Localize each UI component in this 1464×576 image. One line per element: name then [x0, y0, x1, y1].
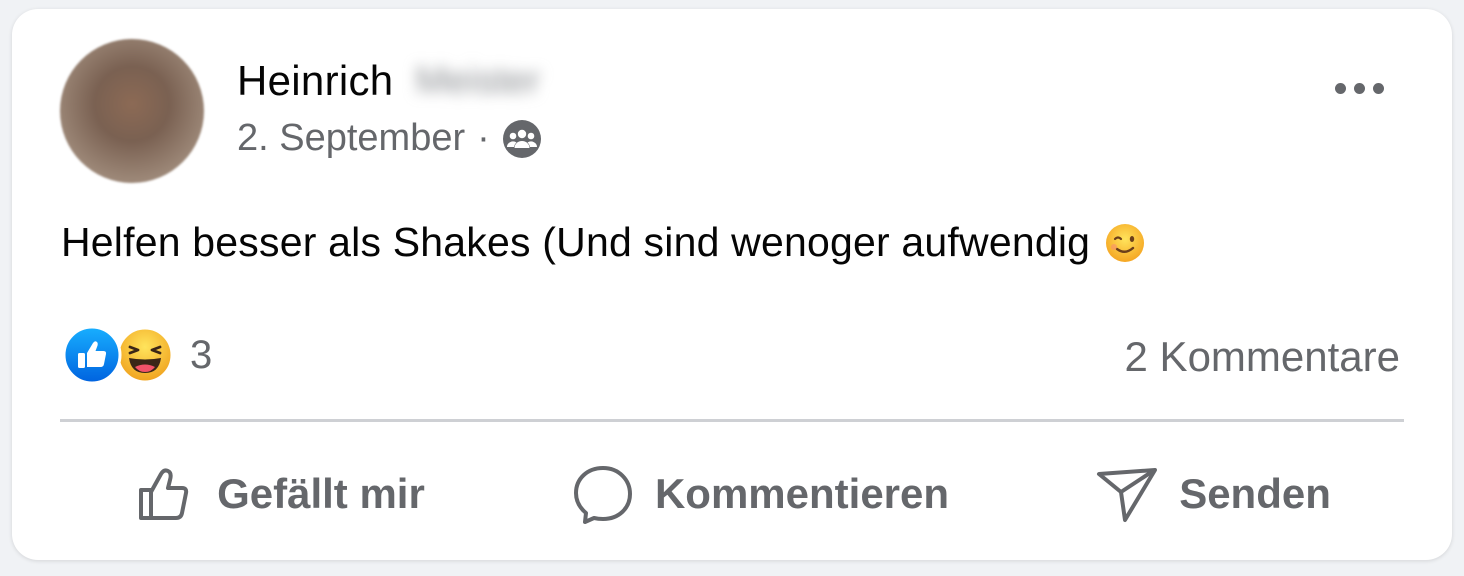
comment-bubble-icon: [573, 466, 632, 524]
reactions-summary[interactable]: 3: [62, 325, 212, 385]
post-date[interactable]: 2. September: [237, 117, 465, 160]
thumbs-up-icon: [139, 468, 189, 520]
post-meta: 2. September ·: [237, 117, 542, 160]
wink-emoji-icon: [1106, 223, 1145, 262]
post-actions-bar: Gefällt mir Kommentieren Senden: [60, 449, 1404, 539]
author-name[interactable]: Heinrich: [237, 57, 393, 105]
more-options-button[interactable]: [1324, 71, 1394, 105]
comments-count-link[interactable]: 2 Kommentare: [1125, 333, 1400, 381]
author-row: Heinrich Meister: [237, 57, 540, 105]
friends-icon[interactable]: [502, 119, 542, 159]
post-body: Helfen besser als Shakes (Und sind wenog…: [61, 219, 1146, 266]
post-text: Helfen besser als Shakes (Und sind wenog…: [61, 219, 1091, 265]
more-dot-icon: [1353, 82, 1365, 94]
like-button[interactable]: Gefällt mir: [113, 454, 445, 534]
post-card: Heinrich Meister 2. September · Helfen b…: [12, 9, 1452, 560]
send-button[interactable]: Senden: [1075, 454, 1351, 534]
haha-reaction-icon: [116, 326, 174, 384]
reaction-count: 3: [190, 332, 213, 377]
like-reaction-icon: [62, 325, 122, 385]
send-arrow-icon: [1097, 468, 1158, 522]
comment-button-label: Kommentieren: [654, 470, 950, 517]
send-button-label: Senden: [1179, 470, 1331, 517]
author-surname-blurred: Meister: [415, 59, 541, 102]
meta-separator: ·: [477, 117, 490, 159]
divider: [60, 419, 1404, 422]
more-dot-icon: [1334, 82, 1346, 94]
like-button-label: Gefällt mir: [217, 470, 425, 517]
comment-button[interactable]: Kommentieren: [551, 454, 969, 534]
author-avatar[interactable]: [60, 39, 204, 183]
more-dot-icon: [1372, 82, 1384, 94]
